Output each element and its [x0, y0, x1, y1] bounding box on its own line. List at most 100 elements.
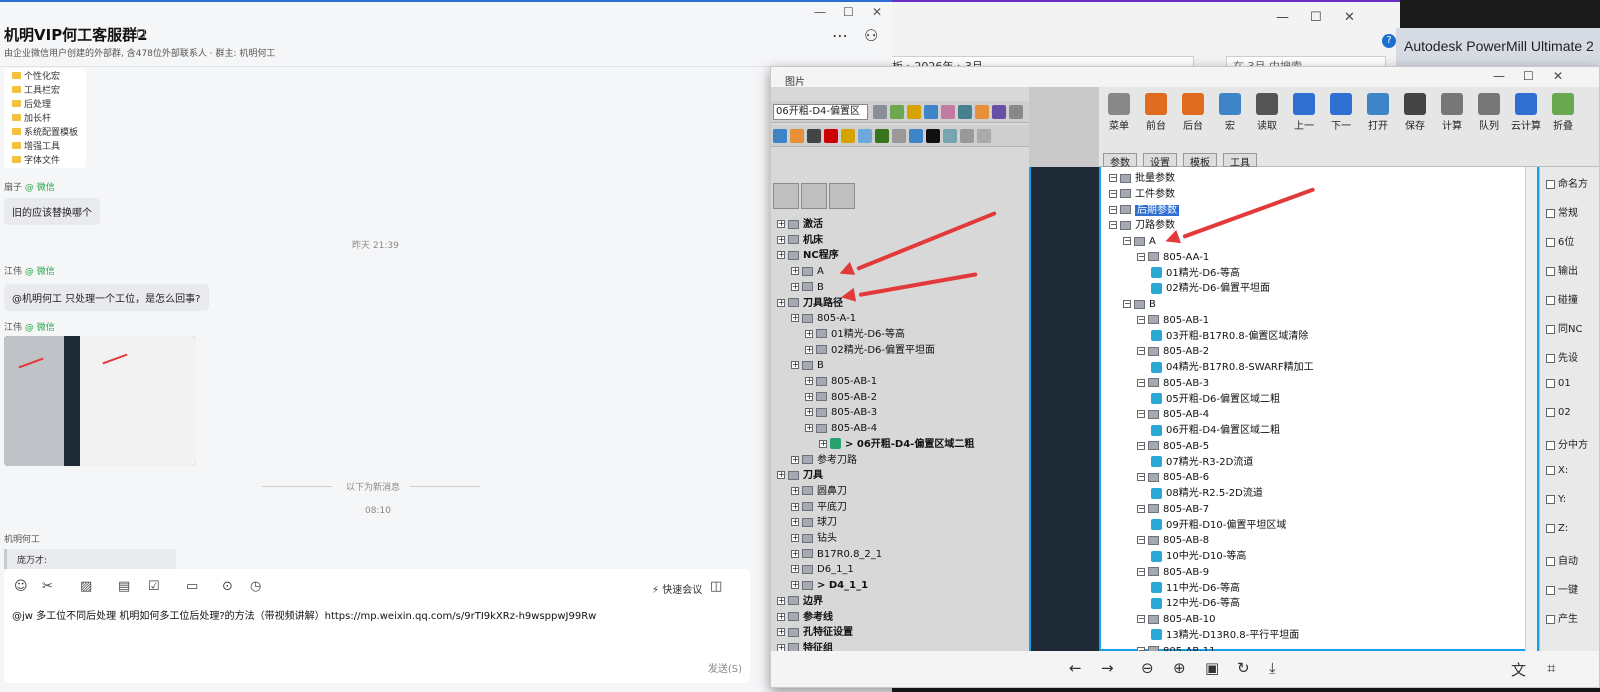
ribbon-button[interactable]: 上一: [1288, 93, 1320, 132]
close-icon[interactable]: ✕: [1553, 69, 1563, 83]
expand-icon[interactable]: +: [791, 534, 799, 542]
tree-node[interactable]: 02精光-D6-偏置平坦面: [1151, 281, 1270, 296]
tree-node[interactable]: 08精光-R2.5-2D流道: [1151, 486, 1263, 501]
option-item[interactable]: 命名方: [1546, 175, 1588, 190]
checkbox[interactable]: [1546, 237, 1555, 247]
tree-node[interactable]: + A: [791, 264, 824, 279]
tree-node[interactable]: + B17R0.8_2_1: [791, 547, 882, 562]
maximize-icon[interactable]: ☐: [1523, 69, 1534, 83]
tree-node[interactable]: − 805-AB-1: [1137, 313, 1209, 328]
tree-node[interactable]: + 孔特征设置: [777, 625, 853, 640]
option-item[interactable]: 6位: [1546, 233, 1574, 248]
tree-node[interactable]: +805-AB-4: [805, 421, 877, 436]
scrollbar[interactable]: [1525, 167, 1537, 651]
option-item[interactable]: 碰撞: [1546, 291, 1578, 306]
ribbon-button[interactable]: 读取: [1251, 93, 1283, 132]
ribbon-button[interactable]: 前台: [1140, 93, 1172, 132]
zoom-out-icon[interactable]: ⊖: [1141, 659, 1154, 677]
expand-icon[interactable]: −: [1109, 189, 1117, 198]
option-item[interactable]: X:: [1546, 465, 1568, 476]
ribbon-button[interactable]: 云计算: [1510, 93, 1542, 132]
checkbox[interactable]: [1546, 295, 1555, 305]
minimize-icon[interactable]: —: [1276, 10, 1289, 25]
tree-node[interactable]: − A: [1123, 234, 1156, 249]
expand-icon[interactable]: +: [791, 282, 799, 291]
tree-tab-icon[interactable]: [773, 183, 799, 209]
tree-node[interactable]: +01精光-D6-等高: [805, 327, 905, 342]
tree-node[interactable]: − 805-AB-10: [1137, 612, 1216, 627]
tree-node[interactable]: 05开粗-D6-偏置区域二粗: [1151, 392, 1280, 407]
tree-node[interactable]: + > D4_1_1: [791, 578, 868, 593]
tree-node[interactable]: −805-AB-11: [1137, 644, 1216, 651]
expand-icon[interactable]: +: [805, 345, 813, 354]
add-member-icon[interactable]: ⚇: [864, 26, 878, 45]
option-item[interactable]: 先设: [1546, 349, 1578, 364]
checkbox[interactable]: [1546, 353, 1555, 363]
rotate-icon[interactable]: ↻: [1237, 659, 1250, 677]
tree-node[interactable]: +805-AB-2: [805, 390, 877, 405]
expand-icon[interactable]: −: [1137, 410, 1145, 419]
ribbon-button[interactable]: 宏: [1214, 93, 1246, 132]
checkbox[interactable]: [1546, 465, 1555, 475]
send-button[interactable]: 发送(S): [708, 660, 742, 675]
tree-node[interactable]: +805-AB-1: [805, 374, 877, 389]
fit-icon[interactable]: ▣: [1205, 659, 1219, 677]
expand-icon[interactable]: +: [777, 643, 785, 651]
tree-node[interactable]: + B: [791, 358, 824, 373]
option-item[interactable]: 输出: [1546, 262, 1578, 277]
tree-node[interactable]: + > 06开粗-D4-偏置区域二粗: [819, 437, 974, 452]
tree-node[interactable]: +805-AB-3: [805, 405, 877, 420]
tree-node[interactable]: − 805-AB-6: [1137, 470, 1209, 485]
ribbon-button[interactable]: 计算: [1436, 93, 1468, 132]
expand-icon[interactable]: +: [791, 455, 799, 464]
tab-3[interactable]: 工具: [1223, 153, 1257, 169]
tree-node[interactable]: + 球刀: [791, 515, 837, 530]
tree-node[interactable]: 07精光-R3-2D流道: [1151, 455, 1253, 470]
expand-icon[interactable]: +: [791, 549, 799, 558]
checkbox[interactable]: [1546, 440, 1555, 450]
bin-icon[interactable]: [829, 183, 855, 209]
scissors-icon[interactable]: ✂: [42, 579, 53, 594]
checkbox[interactable]: [1546, 208, 1555, 218]
tree-node[interactable]: + 参考线: [777, 610, 833, 625]
zoom-in-icon[interactable]: ⊕: [1173, 659, 1186, 677]
ribbon-button[interactable]: 下一: [1325, 93, 1357, 132]
tree-node[interactable]: + 参考刀路: [791, 453, 857, 468]
expand-icon[interactable]: +: [805, 408, 813, 417]
quick-meeting-button[interactable]: ⚡ 快速会议: [652, 581, 702, 596]
tree-node[interactable]: + B: [791, 280, 824, 295]
toolpath-combo[interactable]: 06开粗-D4-偏置区: [773, 104, 868, 120]
maximize-icon[interactable]: ☐: [843, 5, 854, 19]
checkbox[interactable]: [1546, 407, 1555, 417]
message-bubble[interactable]: @机明何工 只处理一个工位，是怎么回事?: [4, 284, 209, 311]
tree-node[interactable]: − 805-AB-7: [1137, 502, 1209, 517]
tree-node[interactable]: − 后期参数: [1109, 203, 1179, 218]
expand-icon[interactable]: +: [777, 298, 785, 307]
tree-node[interactable]: − 刀路参数: [1109, 218, 1175, 233]
image-icon[interactable]: ▨: [80, 579, 92, 594]
tab-0[interactable]: 参数: [1103, 153, 1137, 169]
expand-icon[interactable]: −: [1137, 252, 1145, 261]
ribbon-button[interactable]: 队列: [1473, 93, 1505, 132]
expand-icon[interactable]: +: [819, 439, 827, 448]
option-item[interactable]: 同NC: [1546, 320, 1582, 335]
checkbox[interactable]: [1546, 324, 1555, 334]
tree-node[interactable]: − 805-AB-3: [1137, 376, 1209, 391]
option-item[interactable]: 产生: [1546, 610, 1578, 625]
expand-icon[interactable]: −: [1137, 536, 1145, 545]
help-icon[interactable]: ?: [1382, 34, 1396, 48]
folder-icon[interactable]: ▭: [186, 579, 198, 594]
ribbon-button[interactable]: 保存: [1399, 93, 1431, 132]
ribbon-button[interactable]: 打开: [1362, 93, 1394, 132]
tab-2[interactable]: 模板: [1183, 153, 1217, 169]
option-item[interactable]: Z:: [1546, 523, 1568, 534]
tree-node[interactable]: + 平底刀: [791, 500, 847, 515]
prev-arrow-icon[interactable]: ←: [1069, 659, 1082, 677]
tree-node[interactable]: + 刀具路径: [777, 296, 843, 311]
tree-node[interactable]: + D6_1_1: [791, 562, 854, 577]
tree-node[interactable]: + 刀具: [777, 468, 823, 483]
checkbox[interactable]: [1546, 614, 1555, 624]
checkbox[interactable]: [1546, 585, 1555, 595]
checkbox[interactable]: [1546, 179, 1555, 189]
expand-icon[interactable]: −: [1137, 347, 1145, 356]
